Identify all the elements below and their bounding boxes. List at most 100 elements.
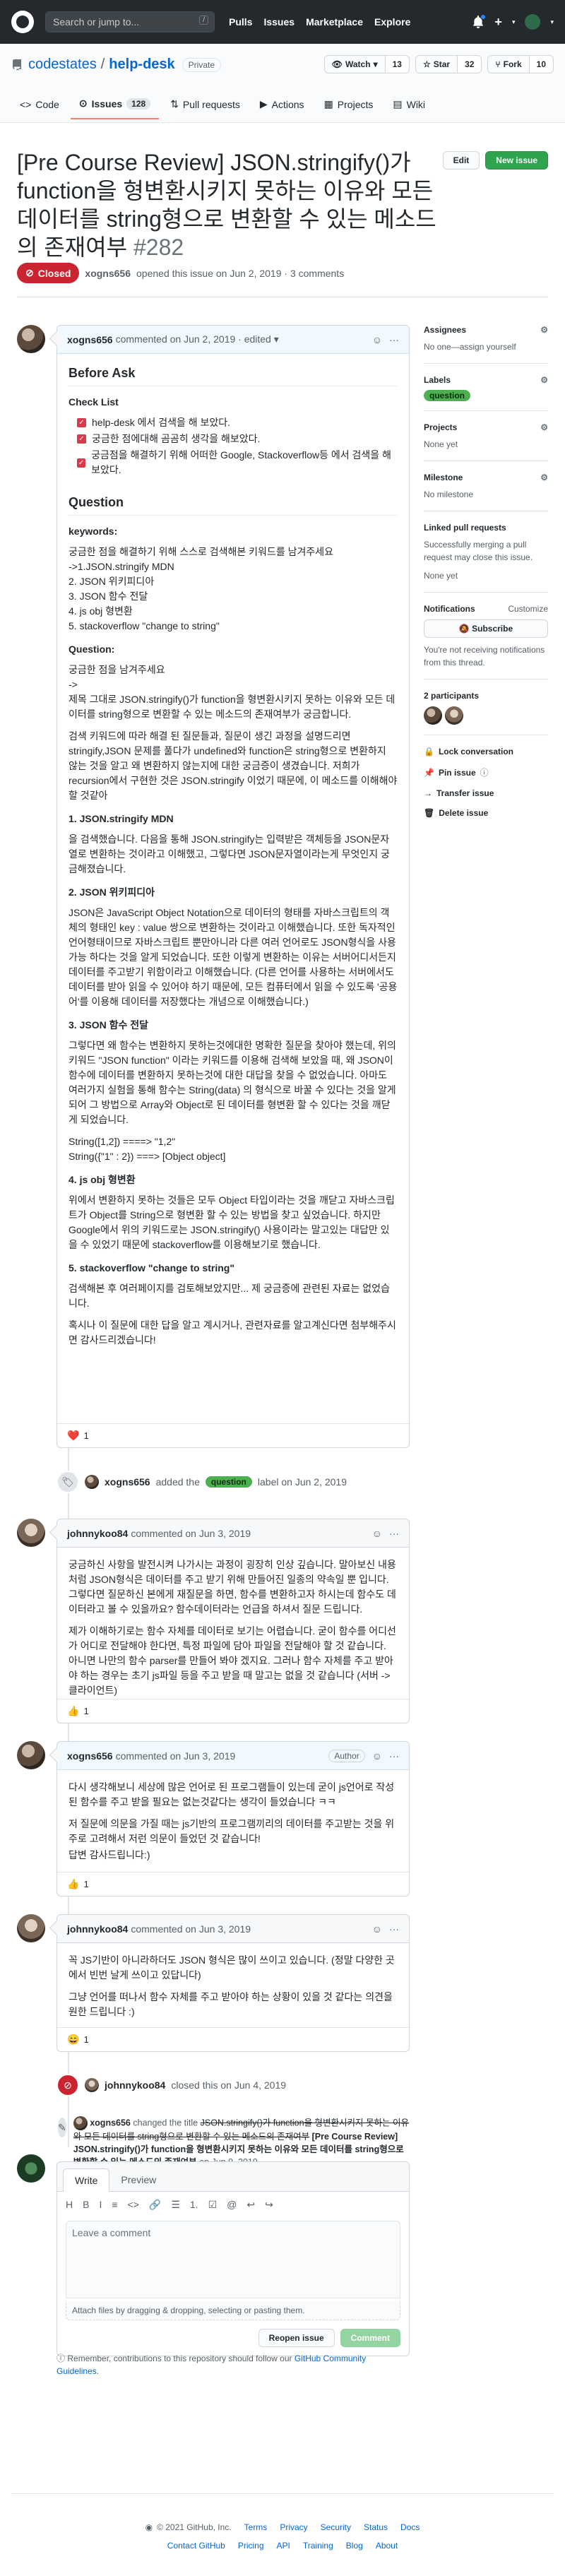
reaction-emoji[interactable]: 😄	[67, 2034, 79, 2046]
mention-icon[interactable]: @	[227, 2199, 237, 2211]
footer-link[interactable]: Training	[303, 2541, 333, 2551]
reaction-count[interactable]: 1	[83, 2034, 88, 2045]
sidebar-heading[interactable]: Assignees	[424, 325, 466, 335]
github-mark-icon[interactable]: ◉	[145, 2522, 153, 2532]
watch-count[interactable]: 13	[385, 55, 410, 73]
reaction-emoji[interactable]: 👍	[67, 1878, 79, 1890]
avatar[interactable]	[445, 706, 463, 725]
star-button[interactable]: ☆ Star	[415, 55, 458, 73]
reaction-count[interactable]: 1	[83, 1430, 88, 1441]
avatar[interactable]	[525, 14, 541, 30]
sidebar-heading[interactable]: Projects	[424, 422, 457, 432]
chevron-down-icon[interactable]: ▾	[550, 18, 554, 26]
reaction-count[interactable]: 1	[83, 1879, 88, 1889]
pin-issue-button[interactable]: 📌 Pin issue ⓘ	[424, 766, 548, 778]
checkbox-checked-icon[interactable]: ✓	[77, 434, 86, 444]
smiley-icon[interactable]: ☺	[372, 1750, 382, 1762]
avatar[interactable]	[17, 1519, 45, 1547]
comment-meta[interactable]: commented on Jun 3, 2019	[116, 1750, 236, 1762]
comment-textarea[interactable]: Leave a comment	[66, 2221, 400, 2298]
avatar[interactable]	[17, 2154, 45, 2183]
reaction-count[interactable]: 1	[83, 1706, 88, 1716]
checkbox-checked-icon[interactable]: ✓	[77, 418, 86, 427]
reply-icon[interactable]: ↪	[265, 2199, 273, 2211]
comment-author[interactable]: xogns656	[67, 334, 113, 345]
nav-issues[interactable]: Issues	[263, 16, 295, 28]
smiley-icon[interactable]: ☺	[372, 334, 382, 345]
kebab-horizontal-icon[interactable]: ···	[389, 1750, 399, 1762]
kebab-horizontal-icon[interactable]: ···	[389, 334, 399, 345]
comment-author[interactable]: xogns656	[67, 1750, 113, 1762]
bold-icon[interactable]: B	[83, 2199, 89, 2211]
watch-button[interactable]: 👁 Watch ▾	[323, 55, 386, 73]
notification-bell-icon[interactable]	[472, 14, 487, 28]
repo-owner-link[interactable]: codestates	[28, 57, 97, 73]
new-issue-button[interactable]: New issue	[485, 151, 548, 170]
nav-marketplace[interactable]: Marketplace	[306, 16, 363, 28]
attach-files[interactable]: Attach files by dragging & dropping, sel…	[66, 2301, 400, 2320]
plus-icon[interactable]: +	[494, 15, 502, 30]
reaction-emoji[interactable]: ❤️	[67, 1430, 79, 1442]
gear-icon[interactable]: ⚙	[540, 375, 548, 385]
repo-name-link[interactable]: help-desk	[109, 57, 174, 73]
footer-link[interactable]: Status	[364, 2522, 388, 2532]
lock-conversation-button[interactable]: 🔒 Lock conversation	[424, 747, 548, 756]
comment-meta[interactable]: commented on Jun 2, 2019 · edited ▾	[116, 333, 279, 345]
unordered-list-icon[interactable]: ☰	[171, 2199, 180, 2211]
footer-link[interactable]: Blog	[346, 2541, 363, 2551]
tab-actions[interactable]: ▶ Actions	[251, 90, 313, 119]
footer-link[interactable]: API	[277, 2541, 290, 2551]
info-icon[interactable]: ⓘ	[480, 766, 489, 778]
star-count[interactable]: 32	[458, 55, 482, 73]
tab-wiki[interactable]: ▤ Wiki	[384, 90, 434, 119]
comment-button[interactable]: Comment	[340, 2329, 400, 2347]
transfer-issue-button[interactable]: → Transfer issue	[424, 788, 548, 798]
avatar[interactable]	[85, 2078, 99, 2092]
task-list-icon[interactable]: ☑	[208, 2199, 218, 2211]
tab-code[interactable]: <> Code	[11, 90, 68, 119]
issue-author-link[interactable]: xogns656	[85, 268, 131, 279]
avatar[interactable]	[17, 1741, 45, 1769]
smiley-icon[interactable]: ☺	[372, 1923, 382, 1935]
customize-link[interactable]: Customize	[508, 604, 548, 614]
avatar[interactable]	[17, 1914, 45, 1942]
footer-link[interactable]: Security	[321, 2522, 351, 2532]
chevron-down-icon[interactable]: ▾	[512, 18, 516, 26]
event-actor[interactable]: xogns656	[105, 1476, 150, 1488]
sidebar-heading[interactable]: Milestone	[424, 473, 463, 482]
footer-link[interactable]: Terms	[244, 2522, 268, 2532]
avatar[interactable]	[424, 706, 442, 725]
avatar[interactable]	[17, 325, 45, 353]
avatar[interactable]	[85, 1475, 99, 1489]
quote-icon[interactable]: ≡	[112, 2199, 117, 2211]
github-logo-icon[interactable]	[11, 11, 34, 33]
fork-button[interactable]: ⑂ Fork	[487, 55, 530, 73]
heading-icon[interactable]: H	[66, 2199, 73, 2211]
nav-explore[interactable]: Explore	[374, 16, 410, 28]
gear-icon[interactable]: ⚙	[540, 473, 548, 482]
reference-icon[interactable]: ↩	[246, 2199, 255, 2211]
footer-link[interactable]: Docs	[400, 2522, 420, 2532]
avatar[interactable]	[73, 2116, 88, 2130]
footer-link[interactable]: About	[376, 2541, 398, 2551]
smiley-icon[interactable]: ☺	[372, 1528, 382, 1539]
delete-issue-button[interactable]: 🗑 Delete issue	[424, 808, 548, 818]
comment-author[interactable]: johnnykoo84	[67, 1923, 128, 1935]
footer-link[interactable]: Privacy	[280, 2522, 307, 2532]
tab-projects[interactable]: ▦ Projects	[316, 90, 382, 119]
nav-pulls[interactable]: Pulls	[229, 16, 252, 28]
subscribe-button[interactable]: 🔕 Subscribe	[424, 619, 548, 638]
kebab-horizontal-icon[interactable]: ···	[389, 1528, 399, 1539]
sidebar-heading[interactable]: Labels	[424, 375, 451, 385]
comment-author[interactable]: johnnykoo84	[67, 1528, 128, 1539]
label-question[interactable]: question	[205, 1476, 252, 1488]
checkbox-checked-icon[interactable]: ✓	[77, 458, 86, 468]
code-icon[interactable]: <>	[128, 2199, 139, 2211]
footer-link[interactable]: Contact GitHub	[167, 2541, 225, 2551]
kebab-horizontal-icon[interactable]: ···	[389, 1923, 399, 1935]
tab-issues[interactable]: ⊙ Issues 128	[70, 90, 160, 119]
italic-icon[interactable]: I	[99, 2199, 102, 2211]
reopen-issue-button[interactable]: Reopen issue	[258, 2329, 335, 2347]
comment-meta[interactable]: commented on Jun 3, 2019	[131, 1923, 251, 1935]
event-actor[interactable]: johnnykoo84	[105, 2079, 165, 2091]
